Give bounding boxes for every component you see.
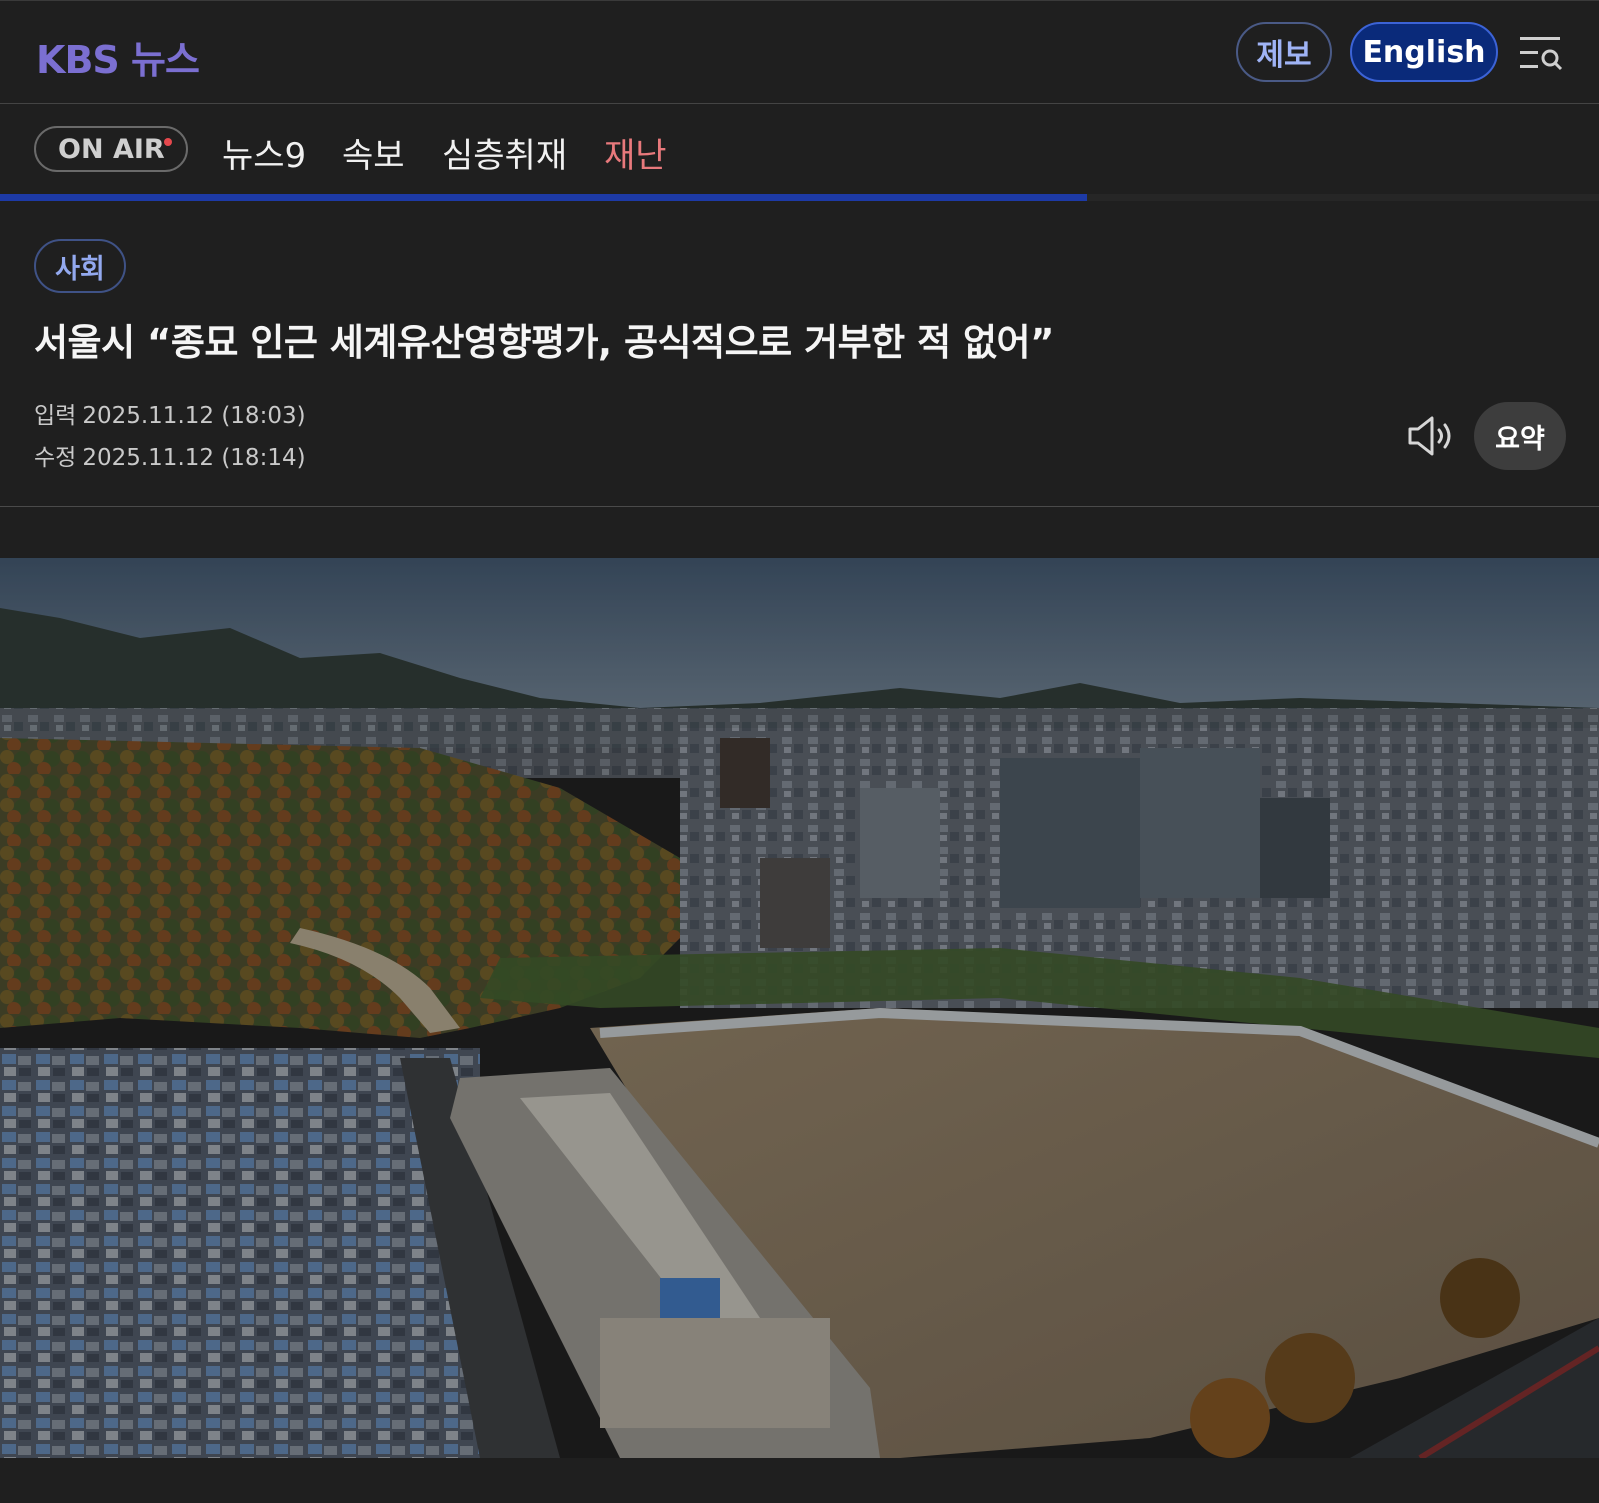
nav-item-news9[interactable]: 뉴스9 [222, 128, 306, 177]
live-dot-icon [164, 138, 172, 146]
report-button[interactable]: 제보 [1236, 22, 1332, 82]
article-headline: 서울시 “종묘 인근 세계유산영향평가, 공식적으로 거부한 적 없어” [34, 321, 1054, 364]
reading-progress-bar [0, 194, 1599, 201]
onair-label: ON AIR [58, 133, 165, 165]
category-badge[interactable]: 사회 [34, 239, 126, 293]
kbs-news-logo[interactable]: KBS 뉴스 [36, 29, 200, 84]
main-nav: ON AIR 뉴스9 속보 심층취재 재난 [0, 104, 1599, 196]
speaker-icon[interactable] [1406, 414, 1456, 458]
modified-date-label: 수정 [34, 445, 77, 471]
article-dates: 입력 2025.11.12 (18:03) 수정 2025.11.12 (18:14… [34, 395, 306, 479]
modified-date: 2025.11.12 (18:14) [82, 445, 306, 471]
reading-progress-fill [0, 194, 1088, 201]
site-header: KBS 뉴스 제보 English [0, 0, 1599, 104]
nav-item-breaking[interactable]: 속보 [342, 128, 405, 177]
input-date: 2025.11.12 (18:03) [82, 403, 306, 429]
menu-search-icon[interactable] [1518, 33, 1566, 73]
english-button[interactable]: English [1350, 22, 1498, 82]
article-photo[interactable] [0, 558, 1599, 1458]
input-date-label: 입력 [34, 403, 77, 429]
bottom-spacer [0, 1458, 1599, 1503]
nav-item-disaster[interactable]: 재난 [604, 128, 667, 177]
onair-button[interactable]: ON AIR [34, 126, 188, 172]
header-divider [0, 506, 1599, 507]
modified-date-row: 수정 2025.11.12 (18:14) [34, 437, 306, 479]
input-date-row: 입력 2025.11.12 (18:03) [34, 395, 306, 437]
nav-item-indepth[interactable]: 심층취재 [442, 128, 567, 177]
summary-button[interactable]: 요약 [1474, 402, 1566, 470]
page: KBS 뉴스 제보 English ON AIR 뉴스9 속보 심층취재 재난 … [0, 0, 1599, 1503]
